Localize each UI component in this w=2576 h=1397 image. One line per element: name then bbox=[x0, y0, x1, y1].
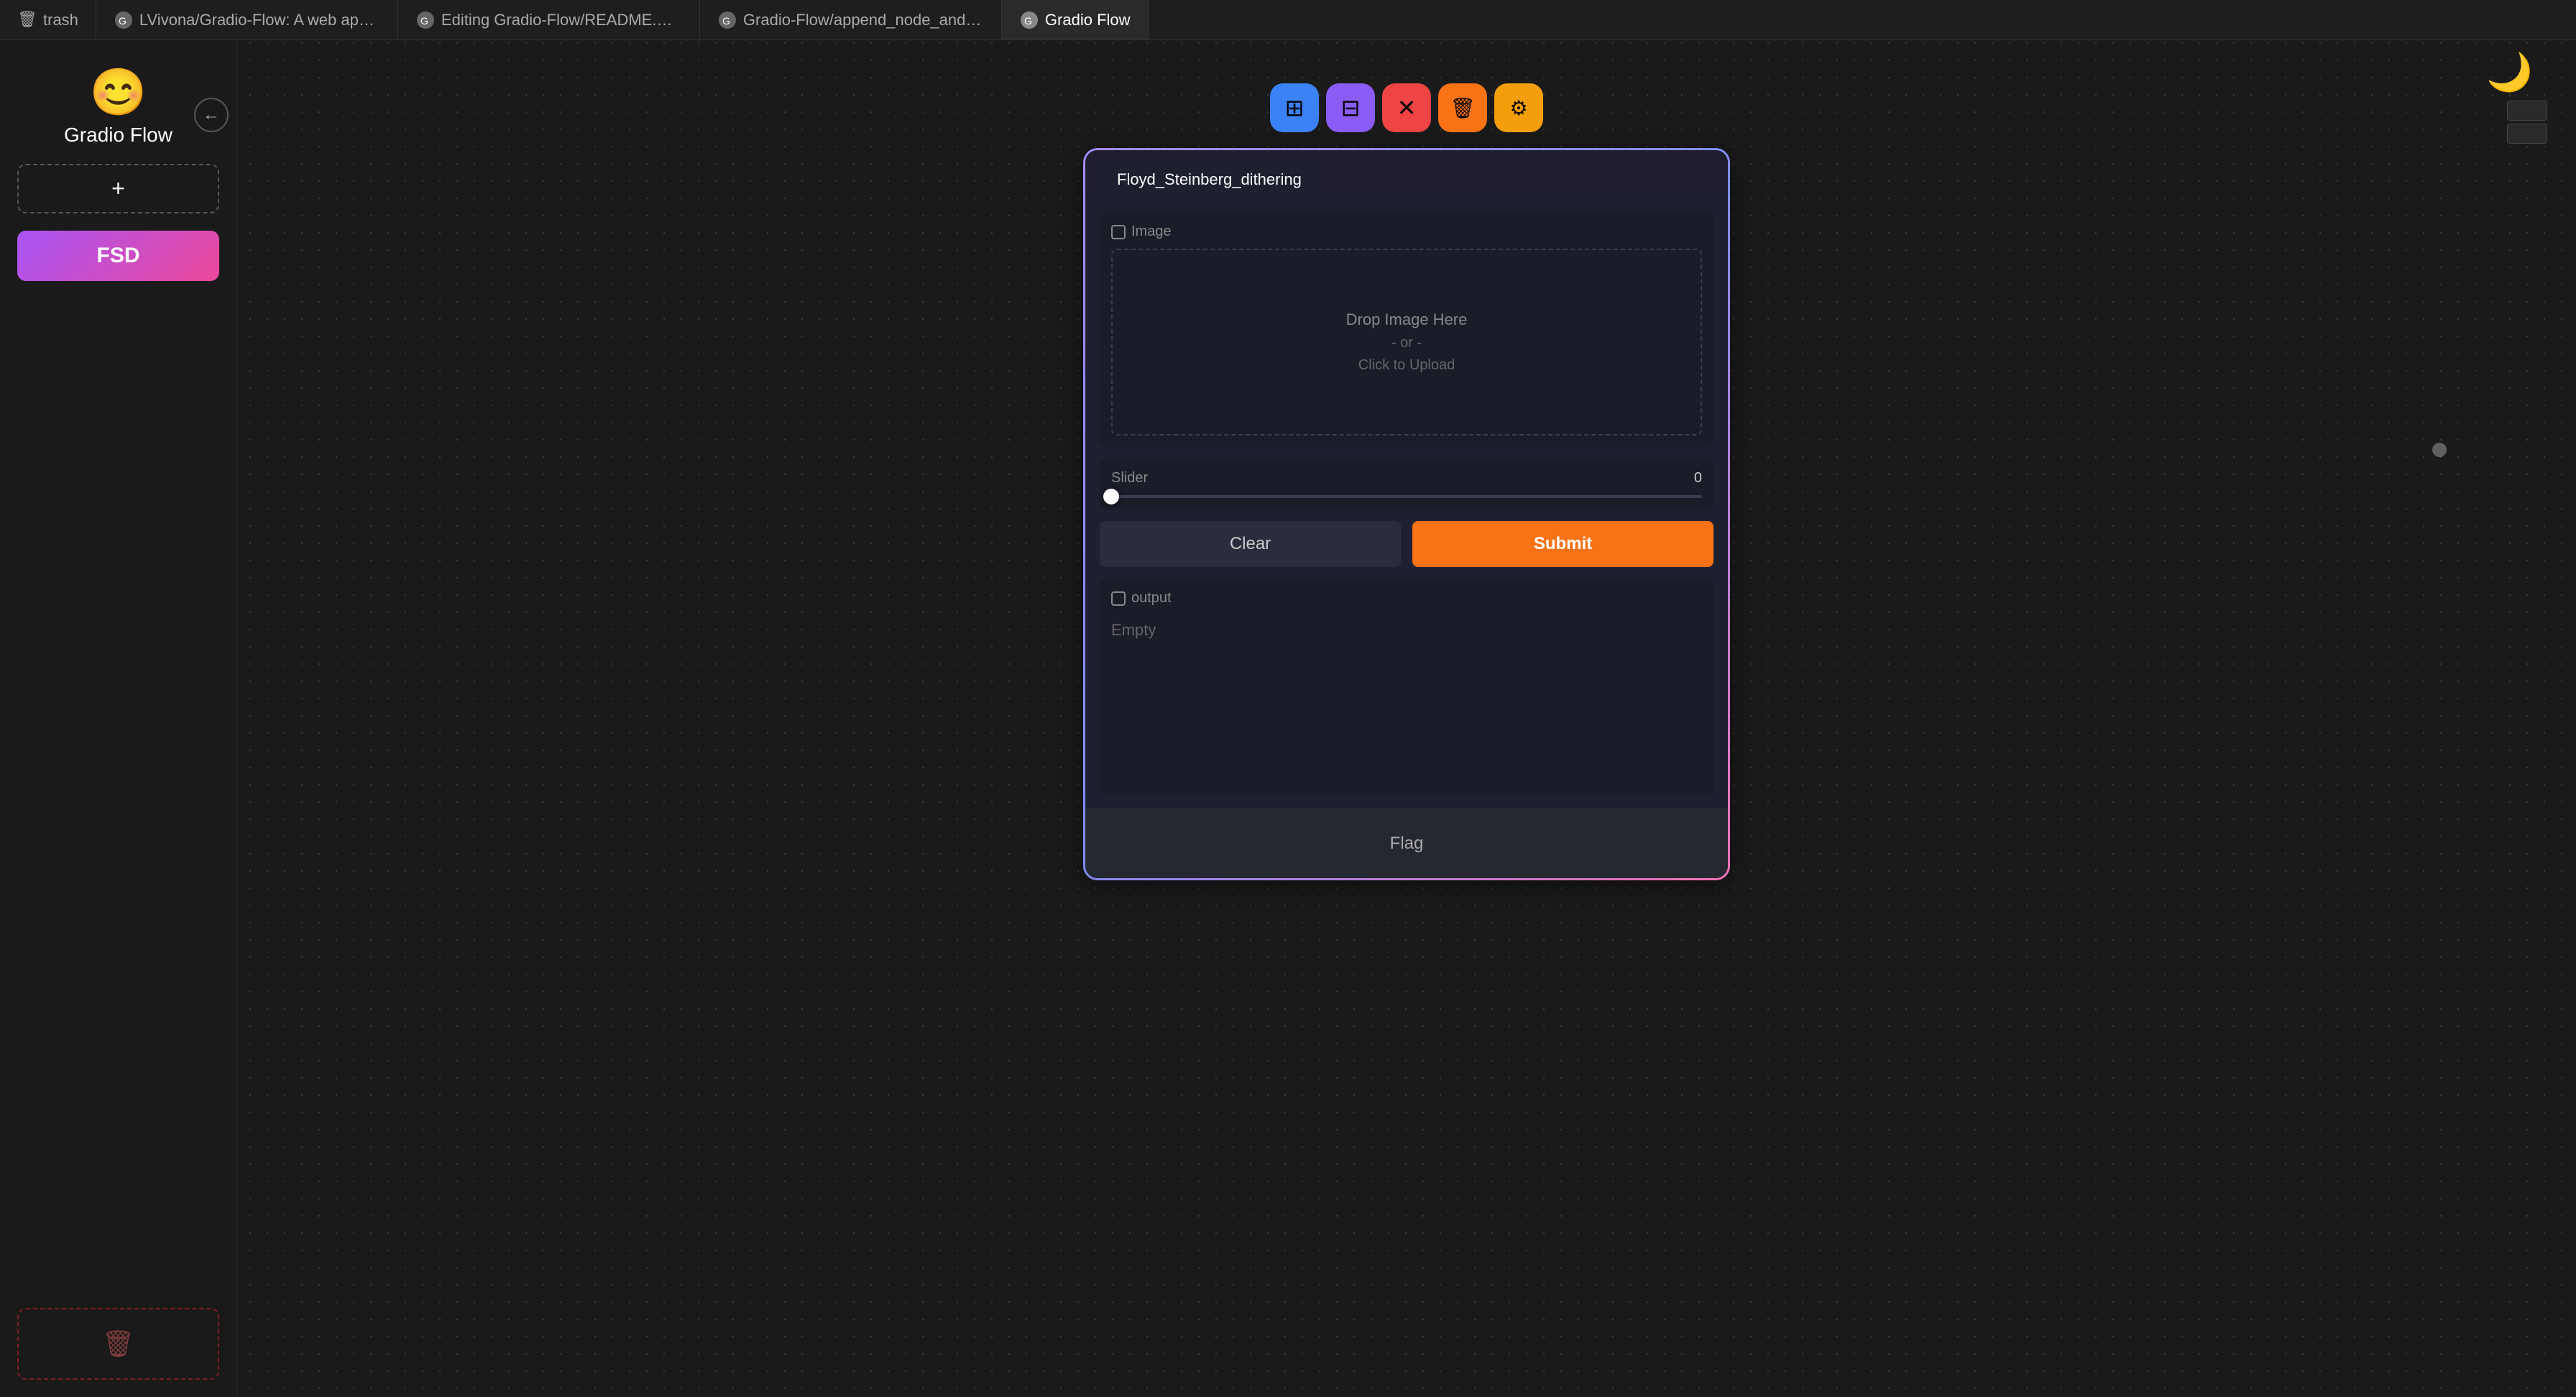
close-icon: ✕ bbox=[1397, 94, 1417, 121]
moon-icon: 🌙 bbox=[2486, 50, 2533, 94]
slider-section: Slider 0 bbox=[1100, 458, 1714, 510]
output-label: output bbox=[1111, 590, 1702, 607]
panel-tabs: Floyd_Steinberg_dithering bbox=[1085, 150, 1728, 198]
back-icon: ← bbox=[203, 105, 220, 125]
slider-value: 0 bbox=[1694, 470, 1702, 487]
tab-lvivona-icon: G bbox=[114, 10, 134, 30]
toolbar-layout-button[interactable]: ⊟ bbox=[1326, 83, 1375, 132]
sidebar-title: Gradio Flow bbox=[64, 124, 172, 147]
svg-text:G: G bbox=[119, 15, 126, 27]
slider-thumb[interactable] bbox=[1103, 489, 1119, 504]
panel-body: Image Drop Image Here - or - Click to Up… bbox=[1085, 198, 1728, 808]
mini-ctrl-1[interactable] bbox=[2507, 101, 2547, 121]
tab-gif[interactable]: G Gradio-Flow/append_node_and_adjust_hei… bbox=[700, 0, 1002, 40]
tab-editing-label: Editing Gradio-Flow/README.md at main · … bbox=[441, 11, 682, 29]
output-label-icon bbox=[1111, 591, 1126, 606]
panel-tab-label: Floyd_Steinberg_dithering bbox=[1117, 170, 1302, 188]
tab-gradioflow-icon: G bbox=[1019, 10, 1039, 30]
tab-gif-label: Gradio-Flow/append_node_and_adjust_heigh… bbox=[743, 11, 984, 29]
sidebar-trash-area[interactable]: 🗑 bbox=[17, 1308, 219, 1380]
toolbar-settings-button[interactable]: ⚙ bbox=[1494, 83, 1543, 132]
tab-gradioflow[interactable]: G Gradio Flow bbox=[1002, 0, 1149, 40]
image-label-icon bbox=[1111, 225, 1126, 239]
app-panel: Floyd_Steinberg_dithering Image Drop Ima… bbox=[1083, 148, 1730, 880]
clear-button[interactable]: Clear bbox=[1100, 521, 1401, 567]
delete-icon: 🗑 bbox=[1450, 96, 1476, 120]
add-icon: + bbox=[111, 175, 125, 201]
toolbar-delete-button[interactable]: 🗑 bbox=[1438, 83, 1487, 132]
trash-icon: 🗑 bbox=[102, 1329, 135, 1359]
flag-bar: Flag bbox=[1085, 808, 1728, 878]
flag-button[interactable]: Flag bbox=[1097, 821, 1716, 867]
upload-click-text: Click to Upload bbox=[1358, 357, 1455, 374]
buttons-row: Clear Submit bbox=[1100, 521, 1714, 567]
image-label-text: Image bbox=[1131, 223, 1172, 240]
svg-text:G: G bbox=[722, 15, 730, 27]
grid-icon: ⊞ bbox=[1285, 94, 1305, 121]
cursor-indicator bbox=[2432, 443, 2447, 457]
layout-icon: ⊟ bbox=[1341, 94, 1361, 121]
browser-tabs-bar: 🗑 trash G LVivona/Gradio-Flow: A web app… bbox=[0, 0, 2576, 40]
tab-trash-label: trash bbox=[43, 11, 78, 29]
slider-track[interactable] bbox=[1111, 495, 1702, 498]
output-empty-text: Empty bbox=[1111, 615, 1702, 645]
panel-tab-floyd[interactable]: Floyd_Steinberg_dithering bbox=[1100, 162, 1319, 198]
sidebar: 😊 Gradio Flow ← + FSD 🗑 bbox=[0, 40, 237, 1397]
upload-text: Drop Image Here bbox=[1346, 310, 1468, 329]
toolbar-close-button[interactable]: ✕ bbox=[1382, 83, 1431, 132]
output-section: output Empty bbox=[1100, 578, 1714, 794]
tab-lvivona[interactable]: G LVivona/Gradio-Flow: A web application… bbox=[96, 0, 398, 40]
tab-editing[interactable]: G Editing Gradio-Flow/README.md at main … bbox=[398, 0, 700, 40]
sidebar-back-button[interactable]: ← bbox=[194, 98, 229, 132]
settings-icon: ⚙ bbox=[1509, 96, 1527, 120]
sidebar-fsd-button[interactable]: FSD bbox=[17, 231, 219, 281]
sidebar-header: 😊 Gradio Flow bbox=[64, 69, 172, 147]
slider-header: Slider 0 bbox=[1111, 470, 1702, 487]
toolbar: ⊞ ⊟ ✕ 🗑 ⚙ bbox=[1270, 83, 1543, 132]
fsd-label: FSD bbox=[97, 244, 140, 267]
main-layout: 😊 Gradio Flow ← + FSD 🗑 ⊞ ⊟ ✕ bbox=[0, 40, 2576, 1397]
tab-gradioflow-label: Gradio Flow bbox=[1045, 11, 1131, 29]
image-section: Image Drop Image Here - or - Click to Up… bbox=[1100, 212, 1714, 447]
slider-label: Slider bbox=[1111, 470, 1148, 487]
toolbar-grid-button[interactable]: ⊞ bbox=[1270, 83, 1319, 132]
tab-editing-icon: G bbox=[415, 10, 436, 30]
svg-text:G: G bbox=[420, 15, 428, 27]
mini-controls bbox=[2507, 101, 2547, 144]
tab-gif-icon: G bbox=[717, 10, 737, 30]
tab-lvivona-label: LVivona/Gradio-Flow: A web application w… bbox=[139, 11, 380, 29]
svg-text:G: G bbox=[1024, 15, 1032, 27]
sidebar-logo: 😊 bbox=[90, 69, 147, 115]
sidebar-add-button[interactable]: + bbox=[17, 164, 219, 213]
upload-or-text: - or - bbox=[1392, 335, 1422, 351]
tab-trash[interactable]: 🗑 trash bbox=[0, 0, 96, 40]
tab-trash-icon: 🗑 bbox=[17, 10, 37, 30]
submit-button[interactable]: Submit bbox=[1412, 521, 1714, 567]
image-upload-area[interactable]: Drop Image Here - or - Click to Upload bbox=[1111, 249, 1702, 435]
canvas-area: ⊞ ⊟ ✕ 🗑 ⚙ Floyd_Steinberg_dithering bbox=[237, 40, 2576, 1397]
mini-ctrl-2[interactable] bbox=[2507, 124, 2547, 144]
output-label-text: output bbox=[1131, 590, 1172, 607]
image-label: Image bbox=[1111, 223, 1702, 240]
